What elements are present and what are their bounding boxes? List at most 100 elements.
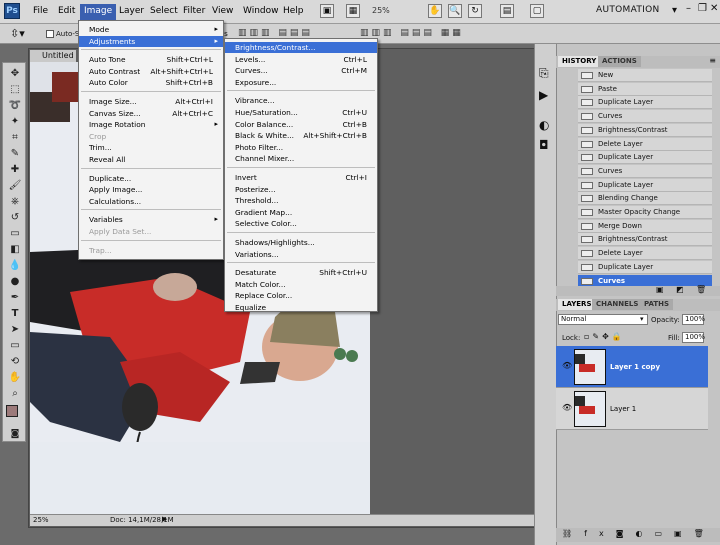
history-state[interactable]: Merge Down: [578, 219, 712, 233]
history-state[interactable]: Delete Layer: [578, 137, 712, 151]
healing-brush-icon[interactable]: ✚: [7, 163, 23, 177]
menu-select[interactable]: Select: [147, 5, 181, 17]
layer-action-buttons[interactable]: ⛓fx◙◐▭▣🗑: [562, 529, 716, 538]
lasso-tool-icon[interactable]: ➰: [7, 99, 23, 113]
menu-item-mode[interactable]: Mode ▸: [79, 24, 223, 35]
blur-tool-icon[interactable]: 💧: [7, 259, 23, 273]
menu-window[interactable]: Window: [240, 5, 282, 17]
menu-item-threshold[interactable]: Threshold...: [225, 195, 377, 206]
menu-item-replace-color[interactable]: Replace Color...: [225, 290, 377, 301]
menu-item-exposure[interactable]: Exposure...: [225, 77, 377, 88]
history-state[interactable]: Curves: [578, 164, 712, 178]
move-tool-preset-icon[interactable]: ⇳▾: [10, 27, 25, 40]
close-icon[interactable]: ✕: [710, 3, 718, 14]
clone-stamp-icon[interactable]: ⎈: [7, 195, 23, 209]
menu-edit[interactable]: Edit: [55, 5, 78, 17]
menu-item-photo-filter[interactable]: Photo Filter...: [225, 142, 377, 153]
menu-item-black-white[interactable]: Black & White... Alt+Shift+Ctrl+B: [225, 130, 377, 141]
zoom-level[interactable]: 25%: [372, 6, 390, 15]
eraser-tool-icon[interactable]: ▭: [7, 227, 23, 241]
menu-filter[interactable]: Filter: [180, 5, 208, 17]
menu-item-color-balance[interactable]: Color Balance... Ctrl+B: [225, 119, 377, 130]
actions-panel-icon[interactable]: ▶: [539, 88, 548, 102]
new-document-from-state-icon[interactable]: ▣: [656, 285, 664, 294]
layer-name[interactable]: Layer 1 copy: [610, 363, 660, 371]
menu-item-match-color[interactable]: Match Color...: [225, 279, 377, 290]
new-snapshot-icon[interactable]: ◩: [676, 285, 684, 294]
workspace-switcher[interactable]: AUTOMATION: [596, 5, 660, 15]
history-state[interactable]: Duplicate Layer: [578, 260, 712, 274]
menu-item-posterize[interactable]: Posterize...: [225, 184, 377, 195]
menu-item-variations[interactable]: Variations...: [225, 249, 377, 260]
eye-visibility-icon[interactable]: 👁: [562, 361, 572, 370]
status-menu-arrow-icon[interactable]: ▶: [162, 515, 167, 523]
document-tab[interactable]: Untitled: [30, 50, 76, 62]
menu-layer[interactable]: Layer: [116, 5, 147, 17]
view-extras-icon[interactable]: ▦: [346, 4, 360, 18]
history-state[interactable]: Blending Change: [578, 192, 712, 206]
restore-icon[interactable]: ❐: [698, 3, 707, 14]
history-state[interactable]: Duplicate Layer: [578, 96, 712, 110]
pen-tool-icon[interactable]: ✒: [7, 291, 23, 305]
crop-tool-icon[interactable]: ⌗: [7, 131, 23, 145]
eye-visibility-icon[interactable]: 👁: [562, 403, 572, 412]
menu-item-image-size[interactable]: Image Size... Alt+Ctrl+I: [79, 96, 223, 107]
move-tool-icon[interactable]: ✥: [7, 67, 23, 81]
auto-select-checkbox[interactable]: [46, 30, 54, 38]
brush-tool-icon[interactable]: 🖌: [7, 179, 23, 193]
history-brush-icon[interactable]: ↺: [7, 211, 23, 225]
panel-menu-icon[interactable]: ≡: [709, 56, 716, 65]
menu-item-invert[interactable]: Invert Ctrl+I: [225, 172, 377, 183]
history-state[interactable]: New: [578, 69, 712, 82]
menu-item-desaturate[interactable]: Desaturate Shift+Ctrl+U: [225, 267, 377, 278]
tab-channels[interactable]: CHANNELS: [592, 299, 643, 310]
menu-item-canvas-size[interactable]: Canvas Size... Alt+Ctrl+C: [79, 108, 223, 119]
menu-item-duplicate[interactable]: Duplicate...: [79, 173, 223, 184]
eyedropper-icon[interactable]: ✎: [7, 147, 23, 161]
blend-mode-select[interactable]: Normal: [558, 314, 648, 325]
rotate-view-icon[interactable]: ↻: [468, 4, 482, 18]
menu-item-variables[interactable]: Variables ▸: [79, 214, 223, 225]
history-state[interactable]: Curves: [578, 110, 712, 124]
dodge-tool-icon[interactable]: ●: [7, 275, 23, 289]
menu-help[interactable]: Help: [280, 5, 307, 17]
menu-item-auto-tone[interactable]: Auto Tone Shift+Ctrl+L: [79, 54, 223, 65]
chevron-down-icon[interactable]: ▾: [640, 315, 644, 323]
menu-view[interactable]: View: [209, 5, 236, 17]
menu-item-shadows-highlights[interactable]: Shadows/Highlights...: [225, 237, 377, 248]
hand-tool-icon[interactable]: ✋: [7, 371, 23, 385]
trash-icon[interactable]: 🗑: [696, 285, 706, 294]
chevron-down-icon[interactable]: ▾: [672, 5, 677, 16]
history-state[interactable]: Paste: [578, 82, 712, 96]
opacity-field[interactable]: 100%: [682, 314, 705, 325]
tab-actions[interactable]: ACTIONS: [598, 56, 641, 67]
tab-paths[interactable]: PATHS: [640, 299, 674, 310]
history-state[interactable]: Duplicate Layer: [578, 151, 712, 165]
history-state[interactable]: Duplicate Layer: [578, 178, 712, 192]
hand-tool-icon[interactable]: ✋: [428, 4, 442, 18]
menu-item-trim[interactable]: Trim...: [79, 142, 223, 153]
fill-field[interactable]: 100%: [682, 332, 705, 343]
menu-image[interactable]: Image: [80, 4, 117, 20]
tab-layers[interactable]: LAYERS: [558, 299, 596, 310]
adjustments-panel-icon[interactable]: ◐: [539, 118, 549, 132]
menu-item-vibrance[interactable]: Vibrance...: [225, 95, 377, 106]
distribute-buttons[interactable]: ▥▥▥ ▤▤▤ ▦▦: [360, 28, 464, 38]
shape-tool-icon[interactable]: ▭: [7, 339, 23, 353]
menu-item-auto-color[interactable]: Auto Color Shift+Ctrl+B: [79, 77, 223, 88]
magic-wand-icon[interactable]: ✦: [7, 115, 23, 129]
marquee-tool-icon[interactable]: ⬚: [7, 83, 23, 97]
menu-item-curves[interactable]: Curves... Ctrl+M: [225, 65, 377, 76]
menu-item-hue-saturation[interactable]: Hue/Saturation... Ctrl+U: [225, 107, 377, 118]
menu-item-selective-color[interactable]: Selective Color...: [225, 218, 377, 229]
menu-item-adjustments[interactable]: Adjustments ▸: [79, 35, 223, 47]
bridge-icon[interactable]: ▣: [320, 4, 334, 18]
gradient-tool-icon[interactable]: ◧: [7, 243, 23, 257]
align-buttons[interactable]: ▥▥▥ ▤▤▤: [238, 28, 313, 38]
menu-item-brightness-contrast[interactable]: Brightness/Contrast...: [225, 42, 377, 53]
menu-item-channel-mixer[interactable]: Channel Mixer...: [225, 153, 377, 164]
foreground-color-swatch[interactable]: [6, 405, 18, 417]
screen-mode-icon[interactable]: ▢: [530, 4, 544, 18]
quick-mask-icon[interactable]: ◙: [7, 427, 23, 441]
history-state[interactable]: Brightness/Contrast: [578, 123, 712, 137]
